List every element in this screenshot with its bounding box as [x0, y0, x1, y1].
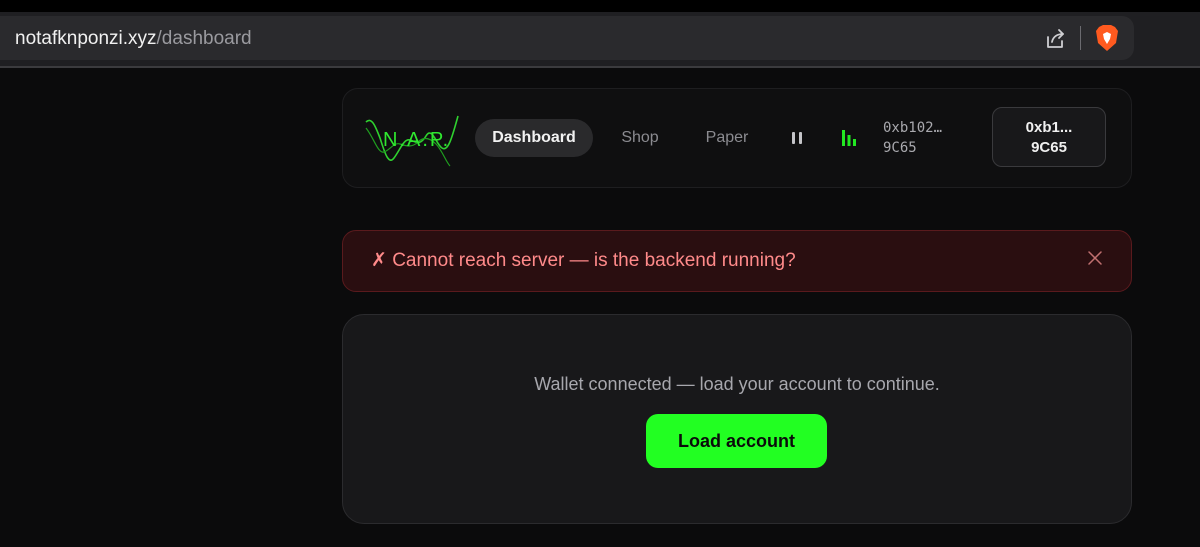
wallet-button-line1: 0xb1...	[1025, 119, 1073, 136]
toolbar-bottom-border	[0, 66, 1200, 68]
wallet-address-line2: 9C65	[883, 140, 917, 156]
logo-text: N.A.P.	[383, 129, 450, 151]
pause-icon[interactable]	[789, 129, 805, 147]
equalizer-bars-icon[interactable]	[840, 128, 858, 148]
error-message: ✗ Cannot reach server — is the backend r…	[371, 250, 796, 271]
url-text[interactable]: notafknponzi.xyz/dashboard	[15, 28, 252, 50]
nap-logo[interactable]: N.A.P.	[364, 108, 464, 170]
url-host: notafknponzi.xyz	[15, 28, 157, 49]
brave-shield-icon[interactable]	[1094, 24, 1120, 52]
wallet-connected-message: Wallet connected — load your account to …	[534, 374, 940, 394]
close-icon[interactable]	[1087, 250, 1103, 266]
wallet-address-line1: 0xb102…	[883, 120, 943, 136]
toolbar-divider	[1080, 26, 1081, 50]
load-account-button[interactable]: Load account	[646, 414, 827, 468]
url-path: /dashboard	[156, 28, 252, 49]
share-icon[interactable]	[1044, 27, 1068, 51]
window-top-strip	[0, 0, 1200, 12]
wallet-button[interactable]: 0xb1... 9C65	[992, 107, 1106, 167]
tab-dashboard[interactable]: Dashboard	[475, 119, 593, 157]
wallet-address-short: 0xb102… 9C65	[883, 118, 942, 158]
tab-shop[interactable]: Shop	[610, 119, 670, 157]
tab-paper[interactable]: Paper	[697, 119, 757, 157]
address-bar[interactable]: notafknponzi.xyz/dashboard	[0, 16, 1134, 60]
wallet-button-line2: 9C65	[1031, 139, 1067, 156]
